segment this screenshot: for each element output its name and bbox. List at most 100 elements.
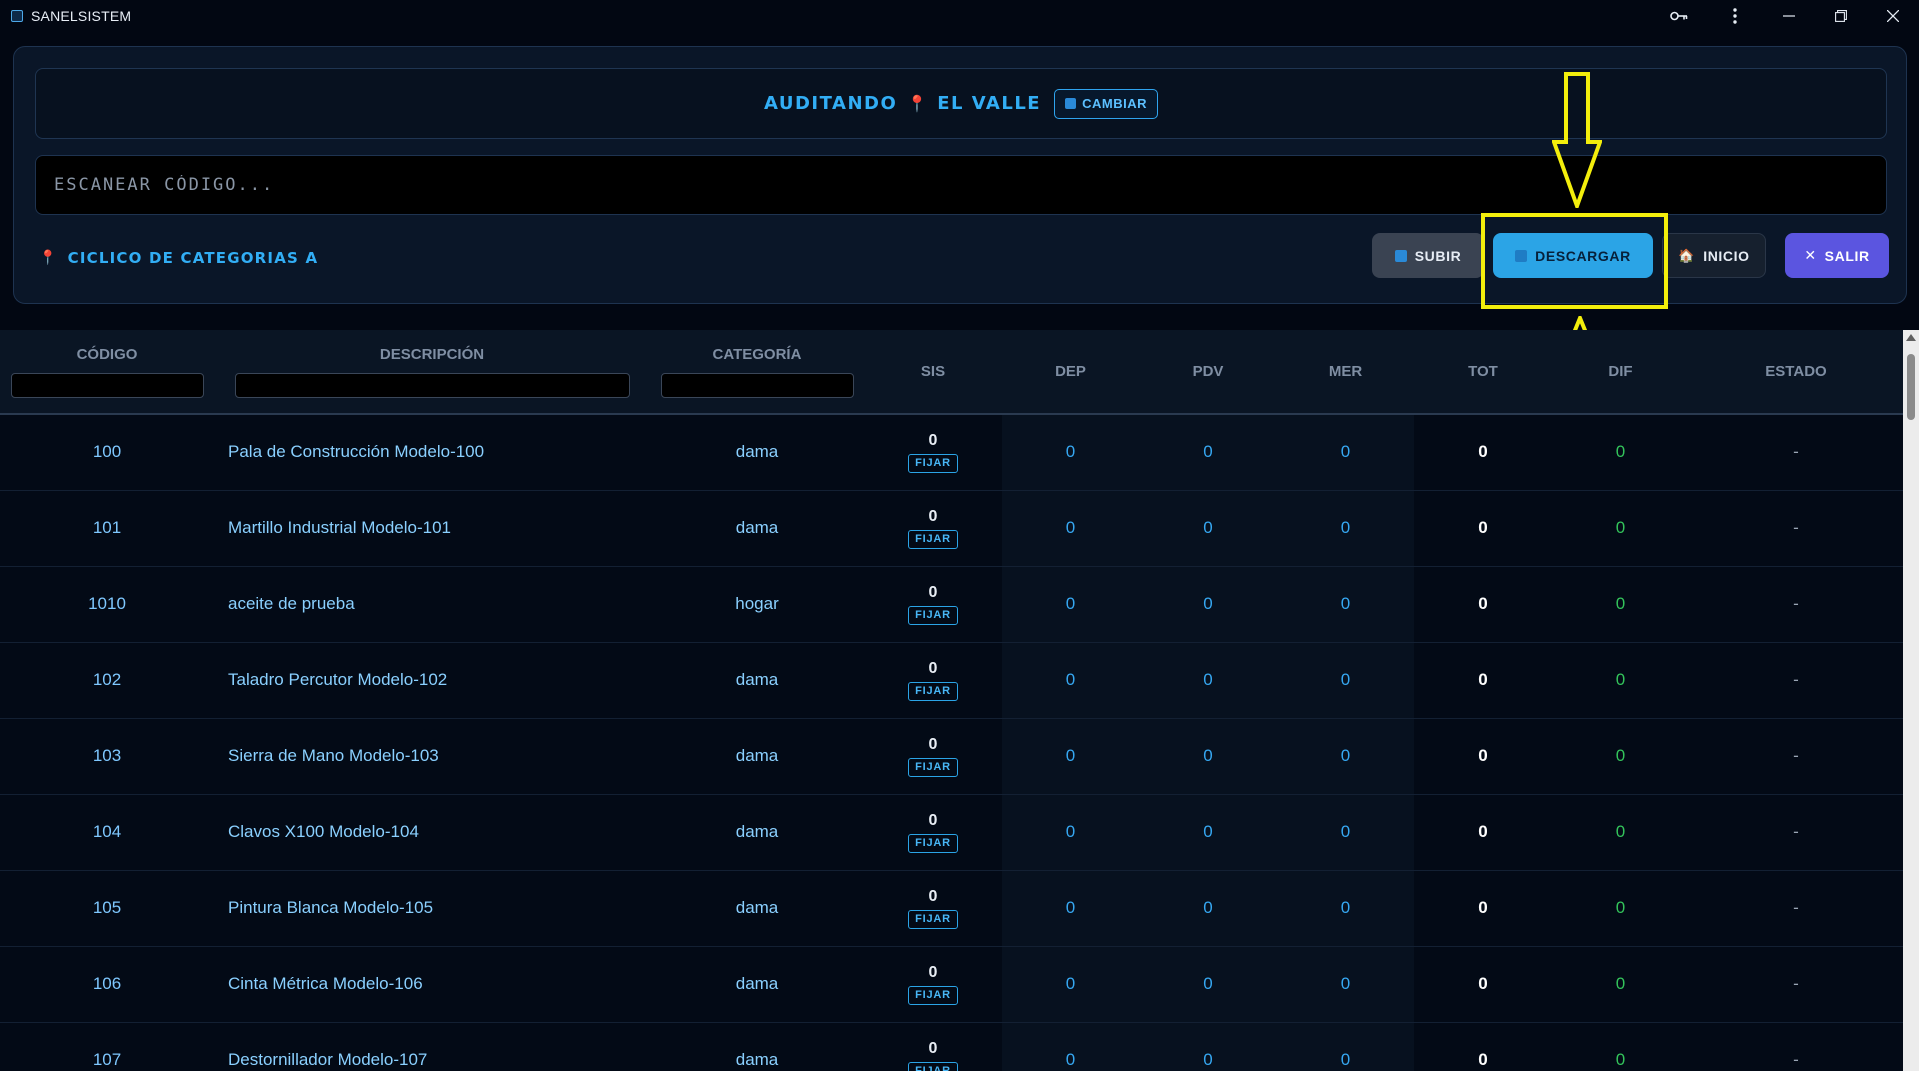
change-location-label: CAMBIAR [1082, 96, 1147, 111]
cell-description: Pala de Construcción Modelo-100 [228, 442, 485, 462]
table-row[interactable]: 107 Destornillador Modelo-107 dama 0 FIJAR 0 0… [0, 1022, 1903, 1071]
fix-button[interactable]: FIJAR [908, 681, 958, 701]
table-row[interactable]: 103 Sierra de Mano Modelo-103 dama 0 FIJAR 0 0… [0, 718, 1903, 794]
key-icon[interactable] [1651, 0, 1707, 32]
cell-pdv: 0 [1139, 642, 1277, 718]
cell-mer: 0 [1277, 946, 1414, 1022]
cell-category: dama [735, 898, 779, 917]
exit-button[interactable]: ✕ SALIR [1785, 233, 1889, 278]
cell-mer: 0 [1277, 870, 1414, 946]
title-bar: SANELSISTEM [0, 0, 1919, 32]
table-row[interactable]: 106 Cinta Métrica Modelo-106 dama 0 FIJAR 0 0 0… [0, 946, 1903, 1022]
inventory-table: CÓDIGO DESCRIPCIÓN CATEGORÍA SIS DEP PDV… [0, 330, 1903, 1071]
sis-value: 0 [928, 1039, 938, 1057]
cell-category: dama [735, 518, 779, 537]
home-icon: 🏠 [1678, 247, 1696, 263]
table-header-row: CÓDIGO DESCRIPCIÓN CATEGORÍA SIS DEP PDV… [0, 330, 1903, 414]
cell-code: 100 [92, 442, 122, 462]
fix-button[interactable]: FIJAR [908, 453, 958, 473]
cell-description: Cinta Métrica Modelo-106 [228, 974, 423, 993]
cell-estado: - [1793, 670, 1799, 689]
close-icon[interactable] [1867, 0, 1919, 32]
col-header-dif: DIF [1608, 363, 1633, 380]
upload-button[interactable]: SUBIR [1372, 233, 1484, 278]
cell-tot: 0 [1478, 974, 1488, 993]
col-header-dep: DEP [1055, 363, 1086, 380]
home-button[interactable]: 🏠 INICIO [1662, 233, 1766, 278]
fix-button[interactable]: FIJAR [908, 605, 958, 625]
cell-code: 107 [92, 1050, 122, 1069]
cell-sis: 0 FIJAR [864, 642, 1002, 718]
sis-value: 0 [928, 887, 938, 905]
category-filter-input[interactable] [660, 372, 854, 398]
table-row[interactable]: 1010 aceite de prueba hogar 0 FIJAR 0 0 0 0 0- [0, 566, 1903, 642]
cell-tot: 0 [1478, 442, 1488, 462]
col-header-sis: SIS [920, 363, 946, 380]
cell-tot: 0 [1478, 518, 1488, 537]
scrollbar-thumb[interactable] [1907, 354, 1915, 420]
cell-code: 105 [92, 898, 122, 917]
cell-mer: 0 [1277, 414, 1414, 490]
fix-button[interactable]: FIJAR [908, 529, 958, 549]
upload-label: SUBIR [1414, 247, 1462, 264]
cell-description: Taladro Percutor Modelo-102 [228, 670, 448, 689]
table-row[interactable]: 104 Clavos X100 Modelo-104 dama 0 FIJAR 0 0 0 0 0… [0, 794, 1903, 870]
fix-button[interactable]: FIJAR [908, 1061, 958, 1071]
down-arrow-annotation [1552, 72, 1602, 208]
cell-dif: 0 [1615, 822, 1626, 841]
cell-estado: - [1793, 594, 1799, 613]
table-row[interactable]: 102 Taladro Percutor Modelo-102 dama 0 FIJAR… [0, 642, 1903, 718]
cell-code: 104 [92, 822, 122, 841]
audit-header: AUDITANDO 📍 EL VALLE CAMBIAR [35, 68, 1887, 139]
col-header-estado: ESTADO [1765, 363, 1827, 380]
cell-pdv: 0 [1139, 718, 1277, 794]
cell-pdv: 0 [1139, 414, 1277, 490]
fix-button[interactable]: FIJAR [908, 985, 958, 1005]
cell-description: aceite de prueba [228, 594, 355, 613]
cell-code: 1010 [88, 594, 126, 613]
cell-estado: - [1793, 974, 1799, 993]
cell-mer: 0 [1277, 490, 1414, 566]
minimize-icon[interactable] [1763, 0, 1815, 32]
cell-description: Destornillador Modelo-107 [228, 1050, 428, 1069]
cell-dep: 0 [1002, 642, 1139, 718]
cell-sis: 0 FIJAR [864, 870, 1002, 946]
scan-code-input[interactable] [35, 155, 1887, 215]
table-row[interactable]: 105 Pintura Blanca Modelo-105 dama 0 FIJAR 0 0… [0, 870, 1903, 946]
cell-dif: 0 [1615, 974, 1626, 993]
cell-category: dama [735, 974, 779, 993]
cell-sis: 0 FIJAR [864, 946, 1002, 1022]
cell-dep: 0 [1002, 794, 1139, 870]
fix-button[interactable]: FIJAR [908, 757, 958, 777]
description-filter-input[interactable] [234, 372, 630, 398]
table-row[interactable]: 101 Martillo Industrial Modelo-101 dama 0 FI… [0, 490, 1903, 566]
cell-code: 106 [92, 974, 122, 993]
cell-dif: 0 [1615, 594, 1626, 613]
scroll-up-icon[interactable] [1906, 334, 1916, 341]
cell-dep: 0 [1002, 718, 1139, 794]
cell-tot: 0 [1478, 1050, 1488, 1069]
fix-button[interactable]: FIJAR [908, 909, 958, 929]
table-scrollbar[interactable] [1903, 330, 1919, 1071]
cell-sis: 0 FIJAR [864, 414, 1002, 490]
sis-value: 0 [928, 583, 938, 601]
cell-dep: 0 [1002, 414, 1139, 490]
sis-value: 0 [928, 811, 938, 829]
restore-icon[interactable] [1815, 0, 1867, 32]
fix-button[interactable]: FIJAR [908, 833, 958, 853]
cell-tot: 0 [1478, 594, 1488, 613]
table-row[interactable]: 100 Pala de Construcción Modelo-100 dama 0 F… [0, 414, 1903, 490]
cell-tot: 0 [1478, 898, 1488, 917]
cycle-label: 📍 CICLICO DE CATEGORIAS A [39, 249, 318, 267]
cell-category: hogar [735, 594, 779, 613]
cell-dif: 0 [1615, 518, 1626, 537]
cell-category: dama [735, 822, 779, 841]
cell-mer: 0 [1277, 566, 1414, 642]
more-menu-icon[interactable] [1707, 0, 1763, 32]
cell-code: 102 [92, 670, 122, 689]
code-filter-input[interactable] [10, 372, 204, 398]
cell-estado: - [1793, 442, 1799, 462]
col-header-description: DESCRIPCIÓN [214, 330, 650, 414]
cell-dif: 0 [1615, 746, 1626, 765]
change-location-button[interactable]: CAMBIAR [1054, 88, 1158, 119]
